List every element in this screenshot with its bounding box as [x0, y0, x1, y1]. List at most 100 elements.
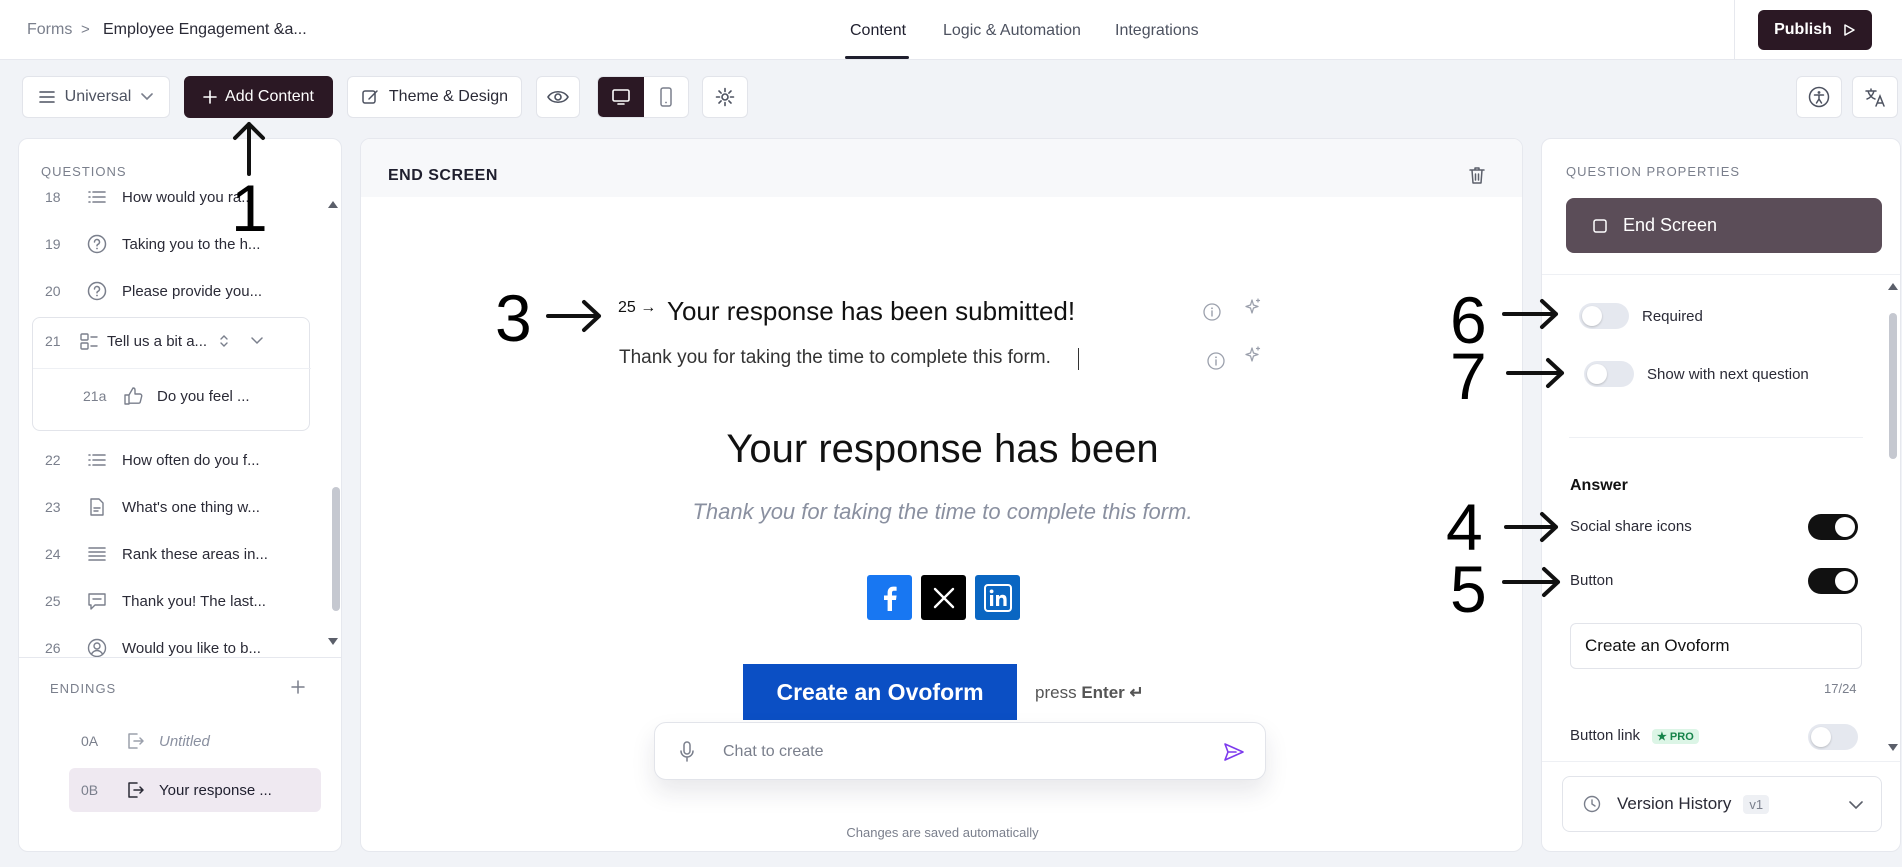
- question-text: Please provide you...: [122, 282, 263, 300]
- scroll-down-arrow[interactable]: [1887, 743, 1899, 753]
- send-icon[interactable]: [1223, 742, 1245, 762]
- add-content-button[interactable]: Add Content: [184, 76, 333, 118]
- tab-integrations[interactable]: Integrations: [1115, 22, 1199, 40]
- settings-button[interactable]: [702, 76, 748, 118]
- linkedin-share-button[interactable]: [975, 575, 1020, 620]
- question-number-badge: 25 →: [618, 299, 657, 316]
- chevron-down-icon[interactable]: [251, 337, 263, 345]
- add-ending-plus-icon[interactable]: [291, 680, 305, 694]
- question-item-20[interactable]: 20 Please provide you...: [19, 268, 319, 314]
- required-toggle[interactable]: [1579, 303, 1629, 329]
- endings-divider: [19, 657, 341, 658]
- preview-button[interactable]: [536, 76, 580, 118]
- question-type-chip[interactable]: End Screen: [1566, 198, 1882, 253]
- tab-logic-automation[interactable]: Logic & Automation: [943, 22, 1081, 40]
- ai-sparkle-icon[interactable]: [1243, 345, 1263, 365]
- button-link-label: Button link: [1570, 727, 1641, 744]
- question-item-23[interactable]: 23 What's one thing w...: [19, 484, 319, 530]
- question-number: 18: [45, 189, 61, 205]
- end-screen-title-input[interactable]: Your response has been submitted!: [667, 296, 1075, 327]
- properties-section-label: QUESTION PROPERTIES: [1566, 164, 1741, 179]
- question-item-26[interactable]: 26 Would you like to b...: [19, 625, 319, 671]
- exit-door-icon: [128, 782, 144, 798]
- monitor-icon: [612, 89, 630, 105]
- properties-scrollbar-thumb[interactable]: [1889, 313, 1897, 459]
- gear-icon: [715, 87, 735, 107]
- accessibility-button[interactable]: [1796, 76, 1842, 118]
- question-text: Would you like to b...: [122, 639, 261, 657]
- list-icon: [88, 191, 106, 203]
- button-text-char-count: 17/24: [1824, 681, 1857, 696]
- breadcrumb-forms[interactable]: Forms: [27, 21, 72, 39]
- chevron-down-icon: [1849, 801, 1863, 810]
- user-circle-icon: [87, 638, 107, 658]
- x-share-button[interactable]: [921, 575, 966, 620]
- text-cursor: [1078, 348, 1079, 370]
- tab-content[interactable]: Content: [850, 22, 906, 40]
- question-item-25[interactable]: 25 Thank you! The last...: [19, 578, 319, 624]
- chat-to-create-box[interactable]: Chat to create: [654, 722, 1266, 780]
- annotation-number-3: 3: [495, 281, 532, 355]
- theme-design-button[interactable]: Theme & Design: [347, 76, 522, 118]
- trash-icon[interactable]: [1468, 165, 1486, 185]
- question-number: 21: [45, 333, 61, 349]
- reorder-icon[interactable]: [219, 334, 229, 348]
- question-group-21: 21 Tell us a bit a... 21a Do you feel ..…: [32, 317, 311, 431]
- create-ovoform-cta-button[interactable]: Create an Ovoform: [743, 664, 1017, 720]
- x-logo-icon: [933, 587, 954, 608]
- list-icon: [88, 454, 106, 466]
- question-item-22[interactable]: 22 How often do you f...: [19, 437, 319, 483]
- properties-divider: [1542, 274, 1900, 275]
- multi-field-icon: [80, 333, 98, 350]
- button-link-toggle[interactable]: [1808, 724, 1858, 750]
- end-screen-subtitle-input[interactable]: Thank you for taking the time to complet…: [619, 347, 1051, 369]
- questions-scrollbar-thumb[interactable]: [332, 487, 340, 611]
- desktop-view-button[interactable]: [598, 77, 644, 117]
- translate-button[interactable]: [1852, 76, 1898, 118]
- question-item-18[interactable]: 18 How would you ra...: [19, 174, 319, 220]
- eye-icon: [547, 90, 569, 104]
- ending-text: Untitled: [159, 732, 210, 750]
- annotation-arrow-right-icon: [546, 300, 601, 332]
- clock-icon: [1583, 795, 1601, 813]
- chat-input-placeholder[interactable]: Chat to create: [723, 743, 824, 761]
- preview-title: Your response has been: [726, 427, 1159, 471]
- scroll-up-arrow[interactable]: [1887, 281, 1899, 291]
- question-item-21[interactable]: 21 Tell us a bit a...: [33, 318, 311, 364]
- annotation-number-1: 1: [231, 171, 268, 245]
- version-history-accordion[interactable]: Version History v1: [1562, 776, 1882, 832]
- question-item-24[interactable]: 24 Rank these areas in...: [19, 531, 319, 577]
- microphone-icon[interactable]: [679, 741, 695, 763]
- scroll-up-arrow[interactable]: [327, 199, 339, 209]
- button-text-input[interactable]: Create an Ovoform: [1570, 623, 1862, 669]
- annotation-arrow-up-icon: [233, 122, 265, 176]
- mobile-view-button[interactable]: [644, 77, 688, 117]
- info-icon[interactable]: [1202, 302, 1222, 322]
- ending-item-0a[interactable]: 0A Untitled: [69, 719, 321, 763]
- linkedin-icon: [983, 583, 1012, 612]
- facebook-share-button[interactable]: [867, 575, 912, 620]
- question-item-21a[interactable]: 21a Do you feel ...: [33, 373, 311, 419]
- ending-code: 0A: [81, 733, 99, 749]
- scroll-down-arrow[interactable]: [327, 637, 339, 647]
- show-with-next-toggle[interactable]: [1584, 361, 1634, 387]
- annotation-number-4: 4: [1446, 490, 1483, 564]
- question-text: Thank you! The last...: [122, 592, 266, 610]
- question-text: How often do you f...: [122, 451, 260, 469]
- info-icon[interactable]: [1206, 351, 1226, 371]
- rank-icon: [88, 547, 106, 561]
- question-number: 26: [45, 640, 61, 656]
- question-number: 21a: [83, 388, 107, 404]
- button-toggle[interactable]: [1808, 568, 1858, 594]
- phone-icon: [660, 87, 672, 107]
- breadcrumb-current-form[interactable]: Employee Engagement &a...: [103, 21, 307, 39]
- publish-button[interactable]: Publish: [1758, 10, 1872, 50]
- autosave-note: Changes are saved automatically: [846, 825, 1039, 840]
- device-toggle-group: [597, 76, 689, 118]
- ai-sparkle-icon[interactable]: [1243, 297, 1263, 317]
- required-label: Required: [1642, 308, 1703, 325]
- question-item-19[interactable]: 19 Taking you to the h...: [19, 221, 319, 267]
- universal-dropdown[interactable]: Universal: [22, 76, 170, 118]
- social-share-icons-toggle[interactable]: [1808, 514, 1858, 540]
- ending-item-0b[interactable]: 0B Your response ...: [69, 768, 321, 812]
